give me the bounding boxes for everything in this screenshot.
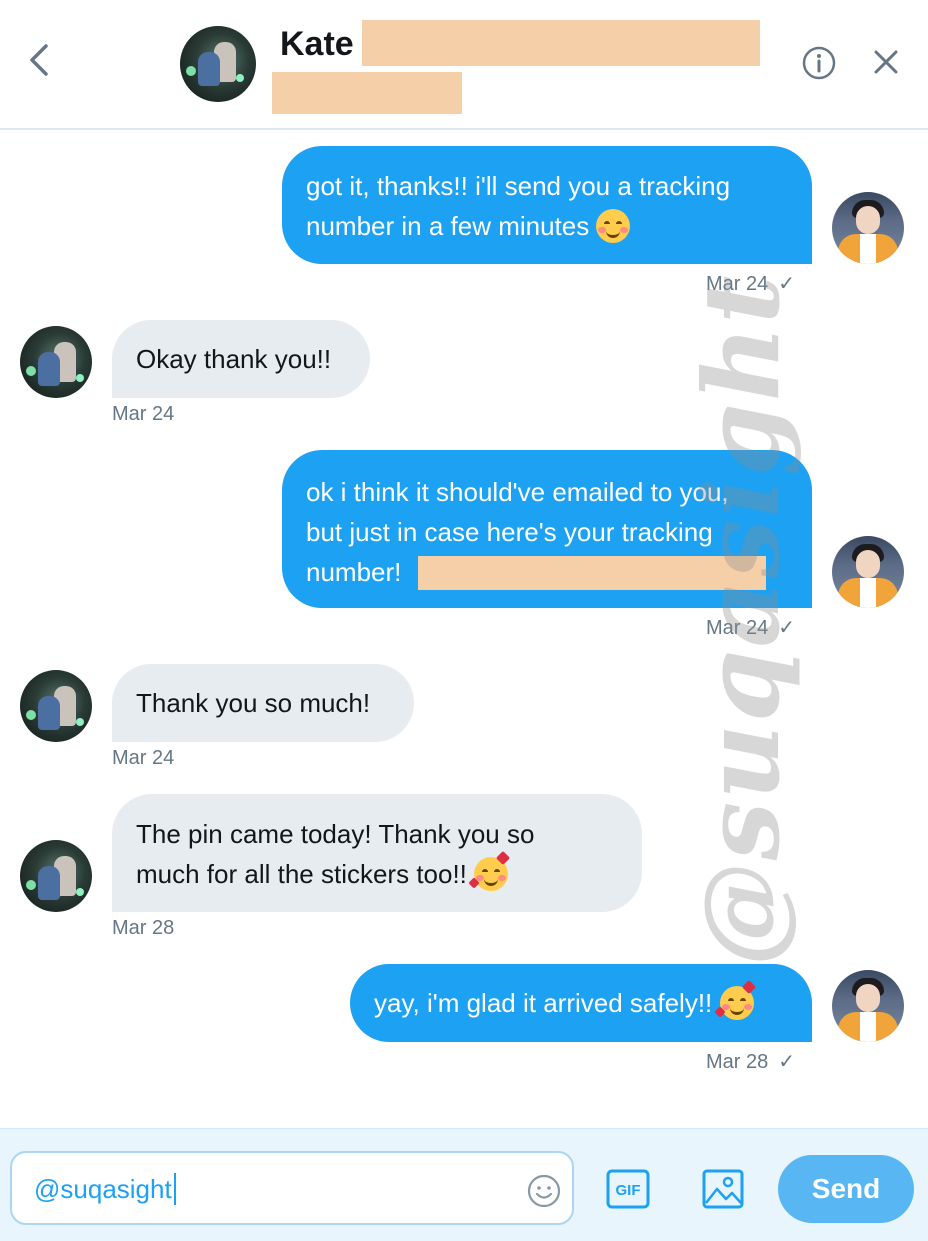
close-button[interactable]: [868, 44, 904, 80]
emoji-icon: [527, 1174, 561, 1208]
redacted-tracking-number: [418, 556, 766, 590]
read-check-icon: ✓: [778, 1051, 796, 1073]
contact-avatar[interactable]: [20, 840, 92, 912]
redacted-name: [362, 20, 760, 66]
message-meta: Mar 24 ✓: [706, 272, 795, 296]
close-icon: [874, 50, 898, 74]
gif-button[interactable]: GIF: [606, 1169, 650, 1209]
smiling-face-icon: [596, 209, 631, 243]
message-text: Thank you so much!: [136, 688, 371, 718]
smiling-face-with-hearts-icon: [468, 850, 511, 891]
message-date: Mar 28: [112, 917, 175, 939]
emoji-button[interactable]: [526, 1173, 562, 1209]
message-date: Mar 24: [112, 403, 175, 425]
message-bubble-incoming[interactable]: The pin came today! Thank you so much fo…: [112, 794, 642, 912]
contact-avatar[interactable]: [20, 326, 92, 398]
chevron-left-icon: [30, 44, 48, 76]
read-check-icon: ✓: [778, 617, 796, 639]
info-button[interactable]: [800, 44, 838, 82]
message-text: yay, i'm glad it arrived safely!!: [374, 988, 720, 1018]
read-check-icon: ✓: [778, 273, 796, 295]
message-text: Okay thank you!!: [136, 344, 332, 374]
message-meta: Mar 28 ✓: [706, 1050, 795, 1074]
send-button[interactable]: Send: [778, 1155, 914, 1223]
message-date: Mar 24: [112, 747, 175, 769]
message-text: got it, thanks!! i'll send you a trackin…: [306, 171, 731, 241]
message-bubble-outgoing[interactable]: yay, i'm glad it arrived safely!!: [350, 964, 812, 1042]
message-composer: @suqasight GIF Send: [0, 1128, 928, 1241]
message-bubble-incoming[interactable]: Thank you so much!: [112, 664, 414, 742]
contact-avatar[interactable]: [180, 26, 256, 102]
message-date: Mar 24: [706, 273, 769, 295]
gif-icon: GIF: [606, 1169, 650, 1209]
back-button[interactable]: [22, 40, 58, 80]
message-input-value[interactable]: @suqasight: [34, 1173, 176, 1205]
contact-name[interactable]: Kate: [280, 22, 354, 66]
my-avatar[interactable]: [832, 970, 904, 1042]
message-input[interactable]: @suqasight: [10, 1151, 574, 1225]
my-avatar[interactable]: [832, 192, 904, 264]
message-bubble-outgoing[interactable]: got it, thanks!! i'll send you a trackin…: [282, 146, 812, 264]
media-button[interactable]: [702, 1169, 744, 1209]
image-icon: [702, 1169, 744, 1209]
smiling-face-with-hearts-icon: [713, 979, 756, 1020]
redacted-handle: [272, 72, 462, 114]
message-date: Mar 24: [706, 617, 769, 639]
message-date: Mar 28: [706, 1051, 769, 1073]
gif-label: GIF: [616, 1182, 641, 1199]
message-bubble-incoming[interactable]: Okay thank you!!: [112, 320, 370, 398]
conversation-header: Kate: [0, 0, 928, 130]
contact-avatar[interactable]: [20, 670, 92, 742]
info-icon: [802, 46, 836, 80]
my-avatar[interactable]: [832, 536, 904, 608]
message-meta: Mar 24 ✓: [706, 616, 795, 640]
